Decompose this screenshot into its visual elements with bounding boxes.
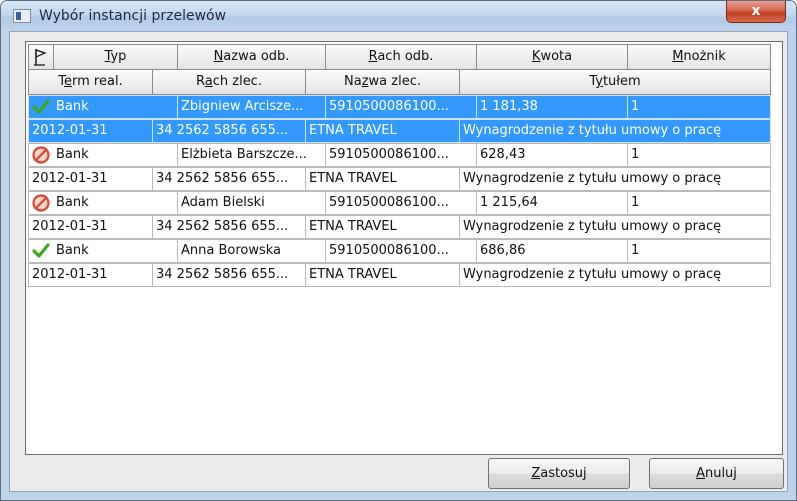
cell-term-real: 2012-01-31 — [28, 263, 153, 287]
check-icon — [32, 99, 50, 114]
cell-rach-odb: 5910500086100... — [325, 191, 477, 215]
header-kwota-label: wota — [540, 49, 573, 64]
cell-mnoznik: 1 — [627, 95, 771, 119]
header-rach-odb[interactable]: Rach odb. — [325, 44, 477, 70]
cell-kwota: 686,86 — [476, 239, 628, 263]
header-tytulem-label: tułem — [602, 74, 641, 89]
cell-rach-odb: 5910500086100... — [325, 143, 477, 167]
cell-rach-odb: 5910500086100... — [325, 239, 477, 263]
cell-rach-odb: 5910500086100... — [325, 95, 477, 119]
cell-typ: Bank — [28, 143, 178, 167]
cell-kwota: 1 181,38 — [476, 95, 628, 119]
cell-term-real: 2012-01-31 — [28, 119, 153, 143]
cell-tytulem: Wynagrodzenie z tytułu umowy o pracę — [459, 119, 771, 143]
cell-nazwa-odb: Elżbieta Barszcze... — [177, 143, 326, 167]
apply-button[interactable]: Zastosuj — [488, 458, 630, 489]
header-nazwa-zlec-pre: Na — [344, 74, 362, 89]
header-rach-zlec-label: ch zlec. — [212, 74, 262, 89]
cancel-button-mnemonic: A — [696, 466, 705, 481]
cell-rach-zlec: 34 2562 5856 655... — [152, 215, 306, 239]
cell-tytulem: Wynagrodzenie z tytułu umowy o pracę — [459, 215, 771, 239]
header-term-real-mnemonic: e — [64, 74, 73, 89]
header-mnoznik-mnemonic: M — [672, 49, 684, 64]
header-nazwa-odb-mnemonic: N — [213, 49, 224, 64]
cell-nazwa-odb: Zbigniew Arcisze... — [177, 95, 326, 119]
header-tytulem[interactable]: Tytułem — [459, 69, 771, 95]
close-button[interactable]: x — [726, 1, 786, 23]
header-tytulem-mnemonic: y — [595, 74, 603, 89]
apply-button-label: astosuj — [540, 466, 587, 481]
header-rach-zlec-mnemonic: a — [204, 74, 213, 89]
apply-button-mnemonic: Z — [531, 466, 541, 481]
header-nazwa-zlec[interactable]: Nazwa zlec. — [305, 69, 460, 95]
check-icon — [32, 243, 50, 258]
header-rach-odb-label: ach odb. — [377, 49, 434, 64]
cell-mnoznik: 1 — [627, 191, 771, 215]
cell-nazwa-odb: Anna Borowska — [177, 239, 326, 263]
cell-typ-text: Bank — [56, 99, 89, 114]
blocked-icon — [32, 146, 50, 164]
cell-mnoznik: 1 — [627, 239, 771, 263]
cell-rach-zlec: 34 2562 5856 655... — [152, 263, 306, 287]
header-kwota[interactable]: Kwota — [476, 44, 628, 70]
cell-typ-text: Bank — [56, 147, 89, 162]
cell-nazwa-zlec: ETNA TRAVEL — [305, 119, 460, 143]
cell-tytulem: Wynagrodzenie z tytułu umowy o pracę — [459, 263, 771, 287]
header-typ-label: yp — [110, 49, 127, 64]
cell-typ: Bank — [28, 95, 178, 119]
cell-typ-text: Bank — [56, 243, 89, 258]
cell-nazwa-zlec: ETNA TRAVEL — [305, 167, 460, 191]
title-bar[interactable]: Wybór instancji przelewów x — [1, 1, 796, 31]
header-sort-flag[interactable] — [28, 44, 54, 70]
header-mnoznik-label: nożnik — [683, 49, 726, 64]
cell-typ-text: Bank — [56, 195, 89, 210]
cell-kwota: 628,43 — [476, 143, 628, 167]
cell-kwota: 1 215,64 — [476, 191, 628, 215]
cell-term-real: 2012-01-31 — [28, 215, 153, 239]
header-typ[interactable]: Typ — [53, 44, 178, 70]
cell-nazwa-odb: Adam Bielski — [177, 191, 326, 215]
header-nazwa-odb[interactable]: Nazwa odb. — [177, 44, 326, 70]
cell-typ: Bank — [28, 239, 178, 263]
header-rach-zlec-pre: R — [196, 74, 205, 89]
cell-rach-zlec: 34 2562 5856 655... — [152, 119, 306, 143]
transfer-instance-grid[interactable]: Typ Nazwa odb. Rach odb. Kwota Mnożnik T… — [25, 41, 783, 455]
header-nazwa-odb-label: azwa odb. — [223, 49, 290, 64]
header-nazwa-zlec-label: wa zlec. — [368, 74, 421, 89]
header-mnoznik[interactable]: Mnożnik — [627, 44, 771, 70]
cancel-button[interactable]: Anuluj — [649, 458, 784, 489]
cell-tytulem: Wynagrodzenie z tytułu umowy o pracę — [459, 167, 771, 191]
cancel-button-label: nuluj — [704, 466, 737, 481]
header-term-real[interactable]: Term real. — [28, 69, 153, 95]
header-rach-zlec[interactable]: Rach zlec. — [152, 69, 306, 95]
header-term-real-label: rm real. — [72, 74, 123, 89]
cell-nazwa-zlec: ETNA TRAVEL — [305, 215, 460, 239]
cell-mnoznik: 1 — [627, 143, 771, 167]
blocked-icon — [32, 194, 50, 212]
app-window-icon — [13, 9, 31, 23]
window-title: Wybór instancji przelewów — [39, 8, 227, 24]
cell-rach-zlec: 34 2562 5856 655... — [152, 167, 306, 191]
close-icon: x — [751, 3, 761, 19]
dialog-window: Wybór instancji przelewów x Typ Nazwa od… — [0, 0, 797, 501]
flag-icon — [34, 49, 47, 66]
cell-term-real: 2012-01-31 — [28, 167, 153, 191]
cell-nazwa-zlec: ETNA TRAVEL — [305, 263, 460, 287]
cell-typ: Bank — [28, 191, 178, 215]
header-nazwa-zlec-mnemonic: z — [361, 74, 369, 89]
